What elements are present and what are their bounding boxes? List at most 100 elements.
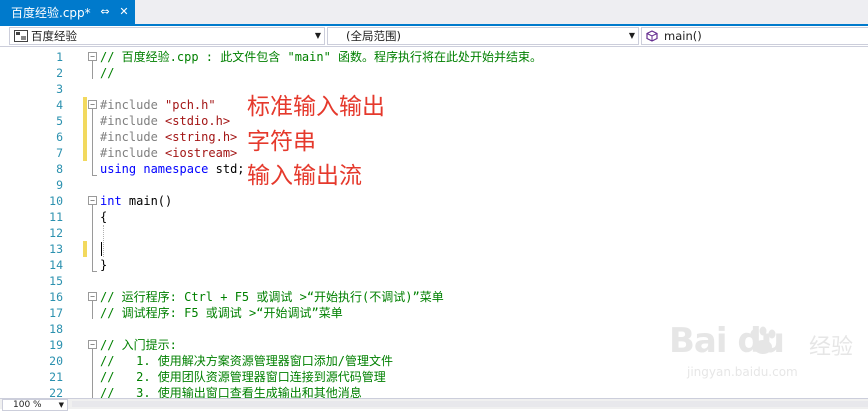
- outline-guide: [92, 349, 93, 398]
- collapse-icon[interactable]: −: [88, 196, 97, 205]
- code-text: #include "pch.h": [100, 97, 216, 113]
- code-token: <string.h>: [165, 130, 238, 144]
- code-line[interactable]: 16 −// 运行程序: Ctrl + F5 或调试 >“开始执行(不调试)”菜单: [0, 289, 868, 305]
- code-line[interactable]: 5 #include <stdio.h>: [0, 113, 868, 129]
- code-line[interactable]: 2 //: [0, 65, 868, 81]
- annotation-iostream: 输入输出流: [247, 163, 362, 189]
- code-line[interactable]: 4 − #include "pch.h": [0, 97, 868, 113]
- line-number: 17: [49, 306, 63, 320]
- line-number: 12: [49, 226, 63, 240]
- code-line[interactable]: 17 // 调试程序: F5 或调试 >“开始调试”菜单: [0, 305, 868, 321]
- line-number: 9: [56, 178, 63, 192]
- code-token: using: [100, 162, 137, 176]
- chevron-down-icon: ▼: [628, 31, 635, 40]
- member-dropdown[interactable]: main(): [641, 27, 868, 45]
- project-name: 百度经验: [31, 29, 77, 43]
- line-number: 20: [49, 354, 63, 368]
- line-number: 18: [49, 322, 63, 336]
- line-number: 6: [56, 130, 63, 144]
- outline-guide: [92, 301, 93, 319]
- document-tab[interactable]: 百度经验.cpp* ⇔ ✕: [0, 0, 135, 24]
- code-token: // 2. 使用团队资源管理器窗口连接到源代码管理: [100, 370, 386, 384]
- change-marker: [83, 113, 87, 129]
- document-tab-strip: 百度经验.cpp* ⇔ ✕: [0, 0, 868, 26]
- code-line[interactable]: 8 using namespace std;: [0, 161, 868, 177]
- annotation-string: 字符串: [247, 129, 316, 155]
- code-text: // 3. 使用输出窗口查看生成输出和其他消息: [100, 385, 362, 398]
- code-line[interactable]: 1 −// 百度经验.cpp : 此文件包含 "main" 函数。程序执行将在此处…: [0, 49, 868, 65]
- code-token: main(): [121, 194, 173, 208]
- code-token: int: [100, 194, 122, 208]
- line-number: 7: [56, 146, 63, 160]
- line-number: 21: [49, 370, 63, 384]
- code-token: }: [100, 258, 108, 272]
- paw-logo-icon: [750, 326, 776, 354]
- chevron-down-icon: ▼: [58, 401, 64, 409]
- baidu-jingyan-watermark: Bai du 经验 jingyan.baidu.com: [667, 321, 857, 387]
- code-token: // 1. 使用解决方案资源管理器窗口添加/管理文件: [100, 354, 394, 368]
- zoom-level: 100 %: [13, 400, 42, 410]
- code-token: // 百度经验.cpp : 此文件包含 "main" 函数。程序执行将在此处开始…: [100, 50, 543, 64]
- code-line[interactable]: 6 #include <string.h>: [0, 129, 868, 145]
- code-text: // 2. 使用团队资源管理器窗口连接到源代码管理: [100, 369, 386, 385]
- change-marker: [83, 129, 87, 145]
- outline-guide: [92, 205, 93, 271]
- code-text: #include <string.h>: [100, 129, 237, 145]
- code-line[interactable]: 10 − int main(): [0, 193, 868, 209]
- zoom-dropdown[interactable]: 100 % ▼: [2, 399, 68, 411]
- code-text: // 运行程序: Ctrl + F5 或调试 >“开始执行(不调试)”菜单: [100, 289, 444, 305]
- project-dropdown[interactable]: 百度经验 ▼: [9, 27, 325, 45]
- code-line[interactable]: 15: [0, 273, 868, 289]
- editor-bottom-bar: 100 % ▼: [0, 398, 868, 411]
- line-number: 14: [49, 258, 63, 272]
- outline-end-tick: [92, 271, 97, 272]
- member-value: main(): [664, 29, 702, 43]
- text-caret: [101, 242, 102, 256]
- code-line[interactable]: 9: [0, 177, 868, 193]
- code-token: {: [100, 210, 108, 224]
- chevron-down-icon: ▼: [314, 31, 321, 40]
- line-number: 1: [56, 50, 63, 64]
- line-number: 11: [49, 210, 63, 224]
- line-number: 22: [49, 386, 63, 398]
- code-token: #include: [100, 130, 166, 144]
- code-text: {: [100, 209, 107, 225]
- line-number: 4: [56, 98, 63, 112]
- line-number: 10: [49, 194, 63, 208]
- close-icon[interactable]: ✕: [117, 5, 131, 19]
- collapse-icon[interactable]: −: [88, 52, 97, 61]
- collapse-icon[interactable]: −: [88, 100, 97, 109]
- code-token: // 入门提示:: [100, 338, 177, 352]
- line-number: 15: [49, 274, 63, 288]
- line-number: 8: [56, 162, 63, 176]
- code-text: using namespace std;: [100, 161, 245, 177]
- document-tab-title: 百度经验.cpp*: [11, 5, 91, 20]
- line-number: 5: [56, 114, 63, 128]
- outline-end-tick: [92, 175, 97, 176]
- code-token: #include: [100, 146, 166, 160]
- code-token: "pch.h": [165, 98, 216, 112]
- change-marker: [83, 241, 87, 257]
- project-icon: [14, 30, 28, 42]
- outline-guide: [92, 109, 93, 175]
- change-marker: [83, 97, 87, 113]
- code-line[interactable]: 7 #include <iostream>: [0, 145, 868, 161]
- scope-dropdown[interactable]: (全局范围) ▼: [327, 27, 639, 45]
- code-token: namespace: [143, 162, 209, 176]
- collapse-icon[interactable]: −: [88, 340, 97, 349]
- code-line[interactable]: 3: [0, 81, 868, 97]
- horizontal-scrollbar[interactable]: [72, 401, 868, 407]
- outline-guide: [92, 61, 93, 79]
- code-line[interactable]: 11 {: [0, 209, 868, 225]
- code-text: //: [100, 65, 114, 81]
- function-cube-icon: [646, 30, 658, 42]
- collapse-icon[interactable]: −: [88, 292, 97, 301]
- code-line[interactable]: 13: [0, 241, 868, 257]
- scope-value: (全局范围): [346, 29, 401, 43]
- code-token: // 运行程序: Ctrl + F5 或调试 >“开始执行(不调试)”菜单: [100, 290, 444, 304]
- code-line[interactable]: 12: [0, 225, 868, 241]
- pin-icon[interactable]: ⇔: [98, 5, 112, 19]
- code-line[interactable]: 14}: [0, 257, 868, 273]
- code-token: #include: [100, 98, 166, 112]
- code-text: int main(): [100, 193, 172, 209]
